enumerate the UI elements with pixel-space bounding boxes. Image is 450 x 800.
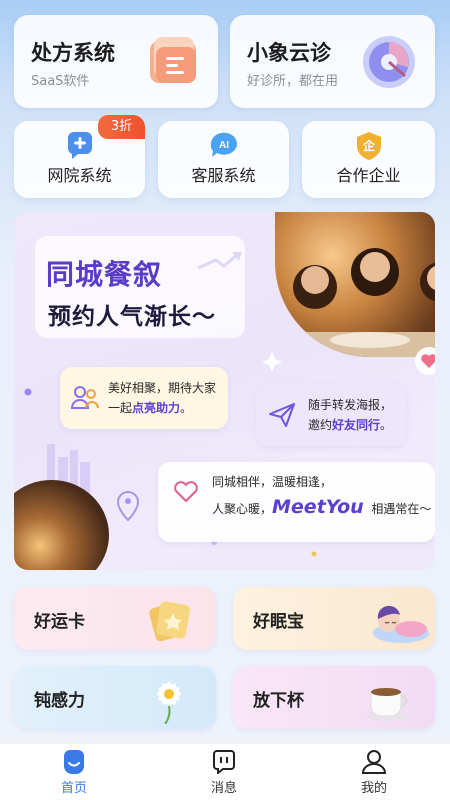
gathering-line1: 美好相聚，期待大家 <box>108 381 217 395</box>
home-icon <box>64 750 84 774</box>
customer-service-label: 客服系统 <box>191 166 256 185</box>
share-line2-pre: 邀约 <box>308 418 333 432</box>
gathering-line2-pre: 一起 <box>108 401 133 415</box>
discount-badge: 3折 <box>98 115 145 139</box>
promo-banner[interactable]: 同城餐叙 预约人气渐长～ 美好相聚，期待大家 一起点亮助力。 随手转发海报， 邀… <box>14 212 435 570</box>
meetyou-brand: MeetYou <box>272 496 364 518</box>
pie-chart-icon <box>363 36 415 88</box>
lucky-card-icon <box>149 601 190 642</box>
meetyou-line1: 同城相伴，温暖相逢， <box>212 475 333 489</box>
bottom-tab-bar: 首页 消息 我的 <box>0 743 450 800</box>
sleep-treasure-button[interactable]: 好眠宝 <box>233 587 435 650</box>
prescription-system-card[interactable]: 处方系统 SaaS软件 <box>14 15 218 108</box>
dullness-power-button[interactable]: 钝感力 <box>14 666 216 729</box>
paper-plane-icon <box>269 403 295 427</box>
tab-messages-label: 消息 <box>210 781 237 796</box>
gathering-bubble: 美好相聚，期待大家 一起点亮助力。 <box>60 367 228 429</box>
web-hospital-card[interactable]: 3折 网院系统 <box>14 115 145 198</box>
enterprise-icon-text: 企 <box>361 138 375 153</box>
tab-me-label: 我的 <box>360 781 387 796</box>
customer-service-card[interactable]: AI 客服系统 <box>158 121 289 198</box>
message-icon <box>213 750 235 774</box>
letgo-cup-button[interactable]: 放下杯 <box>233 666 435 729</box>
cloud-clinic-title: 小象云诊 <box>247 41 331 65</box>
partner-company-label: 合作企业 <box>336 166 401 185</box>
meetyou-bubble: 同城相伴，温暖相逢， 人聚心暖，MeetYou 相遇常在～ <box>158 462 435 542</box>
partner-company-card[interactable]: 企 合作企业 <box>302 121 435 198</box>
folder-icon <box>150 37 196 83</box>
meetyou-line2-pre: 人聚心暖， <box>212 502 273 516</box>
share-bubble: 随手转发海报， 邀约好友同行。 <box>256 384 406 446</box>
tab-home[interactable]: 首页 <box>34 750 114 796</box>
gathering-highlight: 点亮助力 <box>132 401 181 415</box>
tab-home-label: 首页 <box>60 781 87 796</box>
gathering-line2-post: 。 <box>180 401 193 415</box>
enterprise-shield-icon: 企 <box>356 132 381 160</box>
share-line1: 随手转发海报， <box>308 398 393 412</box>
banner-subtitle: 预约人气渐长～ <box>48 304 216 330</box>
lucky-card-button[interactable]: 好运卡 <box>14 587 216 650</box>
cloud-clinic-subtitle: 好诊所，都在用 <box>247 74 339 89</box>
heart-outline-icon <box>174 481 198 502</box>
banner-title: 同城餐叙 <box>46 258 163 291</box>
web-hospital-label: 网院系统 <box>47 166 112 185</box>
cloud-clinic-card[interactable]: 小象云诊 好诊所，都在用 <box>230 15 435 108</box>
daisy-icon <box>157 682 181 724</box>
share-highlight: 好友同行 <box>332 418 381 432</box>
chat-plus-icon <box>67 132 92 159</box>
user-icon <box>361 750 387 774</box>
coffee-cup-icon <box>366 688 410 721</box>
tab-me[interactable]: 我的 <box>334 750 414 796</box>
tab-messages[interactable]: 消息 <box>184 750 264 796</box>
meetyou-line2-post: 相遇常在～ <box>371 502 432 516</box>
letgo-cup-label: 放下杯 <box>253 691 304 711</box>
sleep-icon <box>373 605 429 643</box>
heart-bubble-icon <box>415 347 435 375</box>
prescription-subtitle: SaaS软件 <box>31 74 90 89</box>
dullness-power-label: 钝感力 <box>34 691 85 711</box>
prescription-title: 处方系统 <box>31 41 115 65</box>
ai-icon-text: AI <box>219 140 229 151</box>
lucky-card-label: 好运卡 <box>34 612 85 632</box>
users-icon <box>70 386 99 409</box>
share-line2-post: 。 <box>380 418 393 432</box>
ai-chat-icon: AI <box>210 132 237 157</box>
sleep-treasure-label: 好眠宝 <box>253 612 304 632</box>
